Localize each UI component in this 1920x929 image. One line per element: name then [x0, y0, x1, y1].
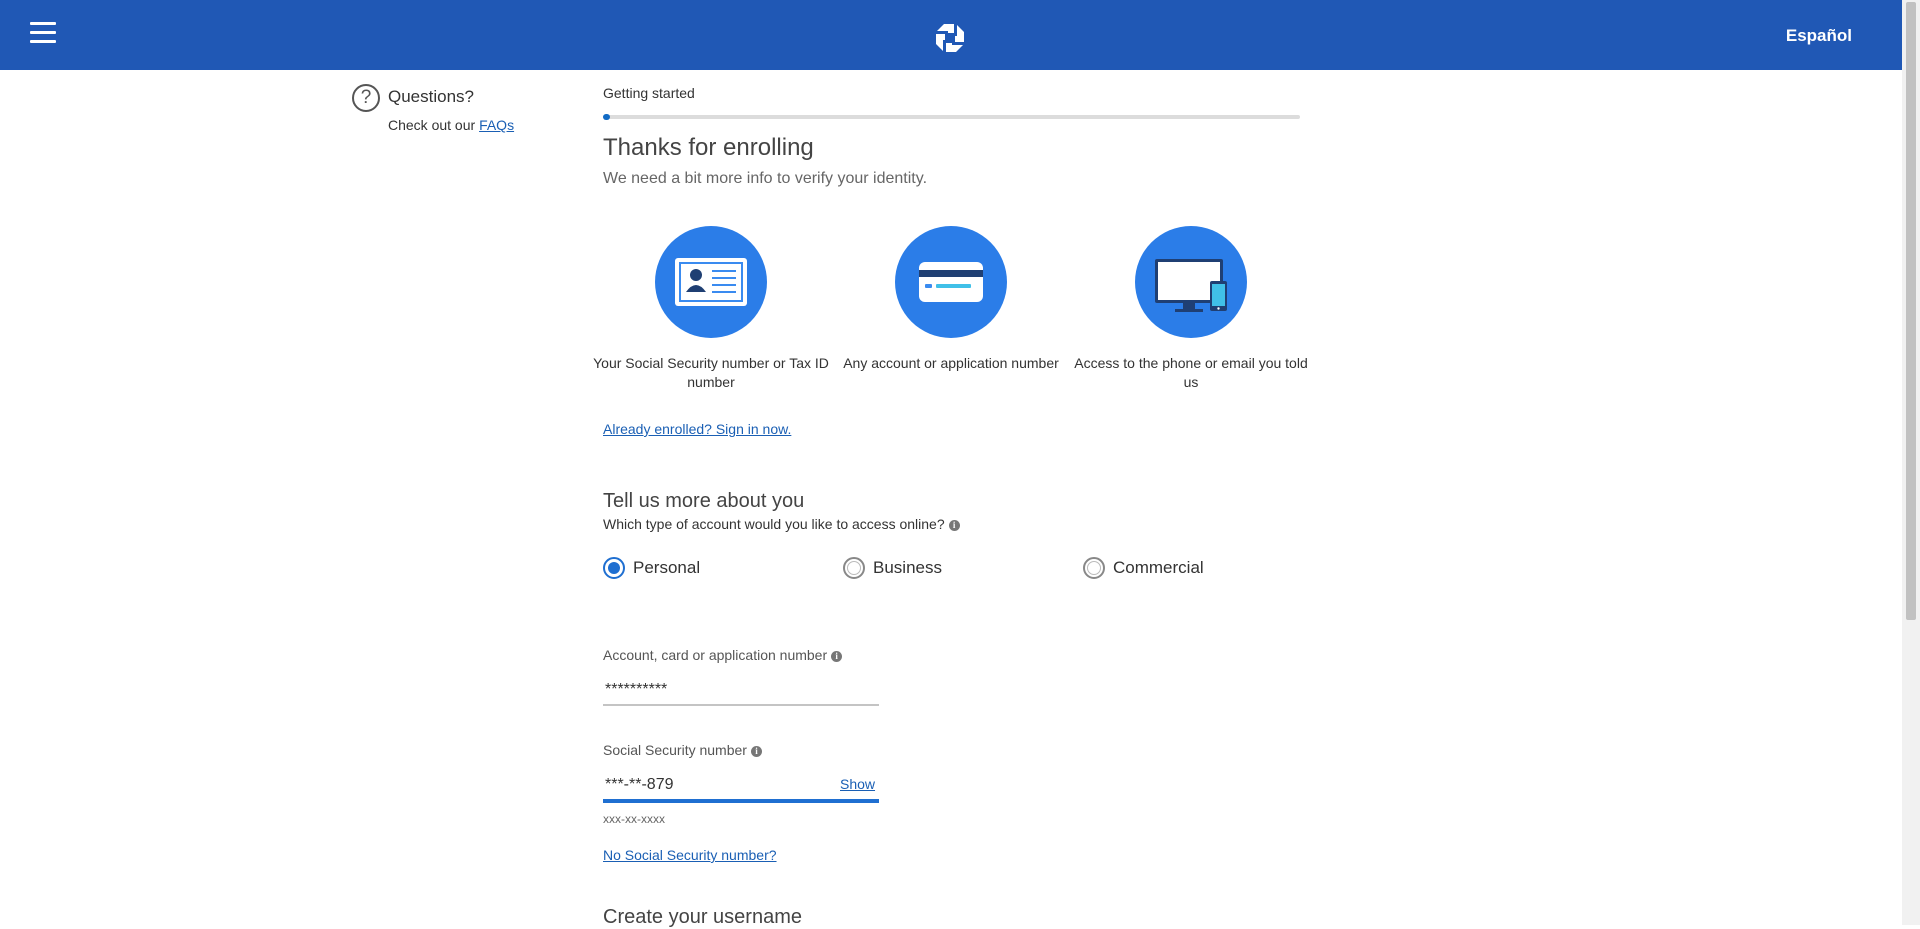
faq-link[interactable]: FAQs: [479, 117, 514, 133]
page-subtitle: We need a bit more info to verify your i…: [603, 170, 928, 187]
requirement-icon-circle: [655, 226, 767, 338]
requirement-caption: Any account or application number: [843, 355, 1059, 371]
no-ssn-link[interactable]: No Social Security number?: [603, 847, 777, 863]
account-number-input[interactable]: [603, 676, 879, 706]
id-card-icon: [675, 258, 747, 306]
radio-commercial[interactable]: Commercial: [1083, 557, 1204, 579]
radio-button-checked[interactable]: [603, 557, 625, 579]
requirement-phone-email: Access to the phone or email you told us: [1071, 226, 1311, 392]
credit-card-icon: [919, 262, 983, 302]
section-title-about: Tell us more about you: [603, 490, 805, 512]
radio-business[interactable]: Business: [843, 557, 942, 579]
hamburger-menu-icon[interactable]: [30, 22, 56, 46]
requirement-ssn: Your Social Security number or Tax ID nu…: [591, 226, 831, 392]
requirement-account: Any account or application number: [831, 226, 1071, 373]
radio-label: Business: [873, 558, 942, 577]
radio-button[interactable]: [843, 557, 865, 579]
ssn-label: Social Security number i: [603, 742, 762, 758]
requirement-caption: Your Social Security number or Tax ID nu…: [593, 355, 829, 390]
sign-in-link[interactable]: Already enrolled? Sign in now.: [603, 421, 791, 437]
account-number-label-text: Account, card or application number: [603, 647, 828, 663]
scrollbar-thumb[interactable]: [1906, 2, 1916, 620]
page-title: Thanks for enrolling: [603, 134, 814, 161]
section-title-username: Create your username: [603, 906, 802, 928]
computer-phone-icon: [1155, 259, 1227, 312]
requirement-icon-circle: [1135, 226, 1247, 338]
info-icon[interactable]: i: [750, 745, 762, 757]
faq-prefix: Check out our: [388, 117, 480, 133]
requirement-icon-circle: [895, 226, 1007, 338]
progress-label: Getting started: [603, 85, 695, 101]
radio-label: Personal: [633, 558, 701, 577]
chase-octagon-logo-icon[interactable]: [934, 22, 966, 54]
radio-personal[interactable]: Personal: [603, 557, 700, 579]
ssn-format-hint: xxx-xx-xxxx: [603, 812, 665, 826]
vertical-scrollbar[interactable]: [1902, 0, 1920, 925]
question-circle-icon: ?: [352, 84, 380, 112]
faq-text: Check out our FAQs: [388, 117, 514, 133]
info-icon[interactable]: i: [948, 519, 960, 531]
progress-bar: [603, 114, 1300, 120]
top-header: Español: [0, 0, 1902, 70]
language-toggle-link[interactable]: Español: [1786, 26, 1852, 46]
ssn-label-text: Social Security number: [603, 742, 747, 758]
radio-button[interactable]: [1083, 557, 1105, 579]
account-number-label: Account, card or application number i: [603, 647, 843, 663]
questions-title: Questions?: [388, 87, 474, 106]
radio-label: Commercial: [1113, 558, 1204, 577]
info-icon[interactable]: i: [831, 650, 843, 662]
account-type-question-label: Which type of account would you like to …: [603, 516, 945, 532]
ssn-input[interactable]: [603, 770, 879, 803]
progress-bar-fill: [603, 114, 610, 120]
requirement-caption: Access to the phone or email you told us: [1074, 355, 1308, 390]
show-ssn-link[interactable]: Show: [840, 776, 875, 792]
account-type-question: Which type of account would you like to …: [603, 516, 960, 532]
